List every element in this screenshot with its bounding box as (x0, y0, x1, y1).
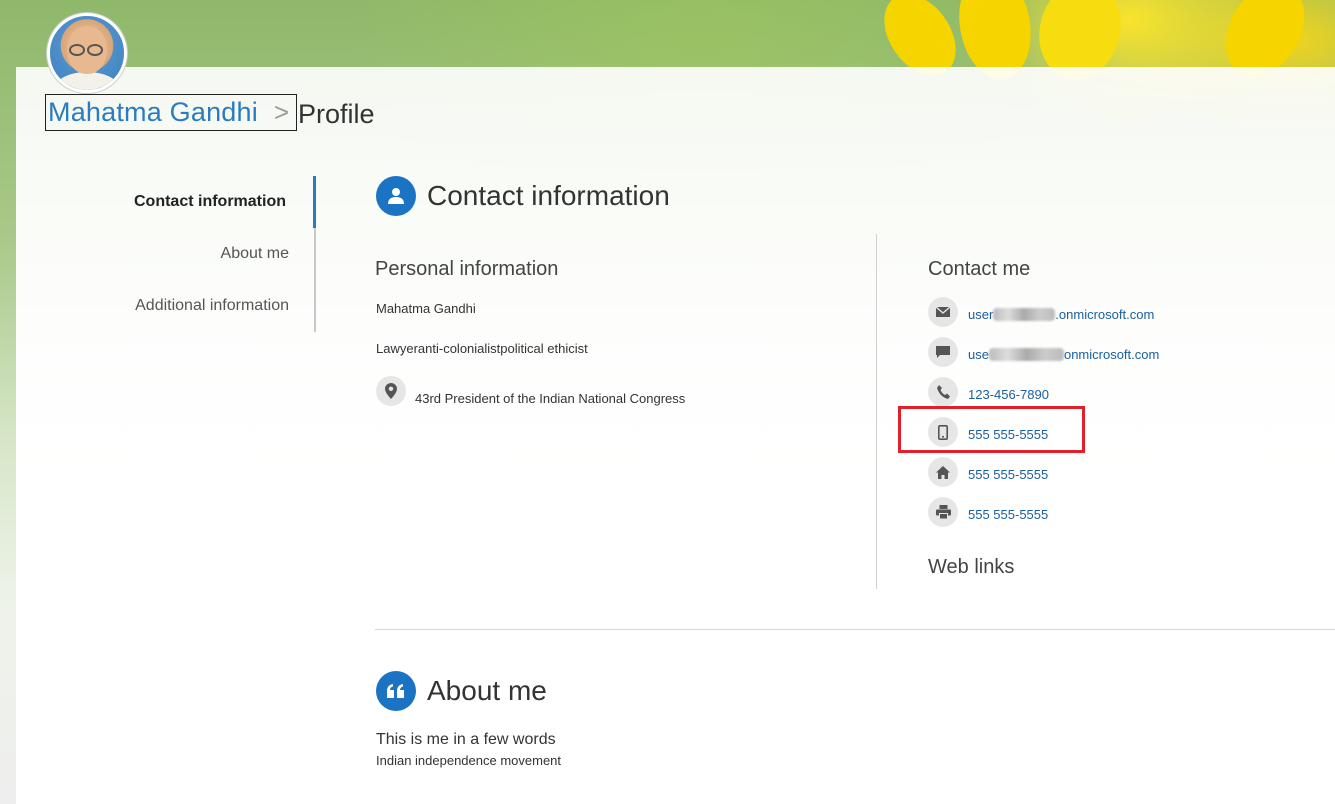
personal-info-heading: Personal information (375, 258, 559, 280)
phone-icon (928, 377, 958, 407)
avatar[interactable] (47, 13, 127, 93)
about-section-header: About me (376, 671, 547, 711)
breadcrumb-profile-link[interactable]: Mahatma Gandhi > (45, 94, 297, 131)
redacted-text (993, 308, 1056, 321)
office-text: 43rd President of the Indian National Co… (415, 391, 686, 406)
side-navigation: Contact information About me Additional … (100, 176, 316, 332)
about-tagline: This is me in a few words (376, 731, 556, 748)
web-links-heading: Web links (928, 556, 1015, 578)
nav-contact-information[interactable]: Contact information (100, 176, 316, 228)
section-divider (375, 629, 1335, 630)
fax-link[interactable]: 555 555-5555 (968, 507, 1048, 522)
im-link[interactable]: use onmicrosoft.com (968, 347, 1159, 362)
redacted-text (988, 348, 1064, 361)
column-divider (876, 234, 877, 589)
home-icon (928, 457, 958, 487)
email-icon (928, 297, 958, 327)
fax-printer-icon (928, 497, 958, 527)
person-icon (376, 176, 416, 216)
job-title: Lawyeranti-colonialistpolitical ethicist (376, 341, 588, 356)
page-title: Profile (298, 99, 375, 129)
chevron-right-icon: > (273, 97, 290, 127)
nav-additional-information[interactable]: Additional information (100, 280, 316, 332)
highlight-box (898, 406, 1085, 453)
chat-icon (928, 337, 958, 367)
quote-icon (376, 671, 416, 711)
email-prefix: user (968, 307, 994, 322)
person-name: Mahatma Gandhi (376, 301, 476, 316)
im-suffix: onmicrosoft.com (1063, 347, 1160, 362)
breadcrumb-name: Mahatma Gandhi (48, 97, 258, 127)
im-prefix: use (968, 347, 989, 362)
contact-section-header: Contact information (376, 176, 670, 216)
section-title: About me (427, 675, 547, 706)
section-title: Contact information (427, 180, 670, 211)
about-text: Indian independence movement (376, 753, 562, 768)
email-link[interactable]: user .onmicrosoft.com (968, 307, 1154, 322)
home-phone-link[interactable]: 555 555-5555 (968, 467, 1048, 482)
email-suffix: .onmicrosoft.com (1055, 307, 1155, 322)
active-indicator (313, 176, 316, 228)
contact-me-heading: Contact me (928, 258, 1031, 280)
nav-about-me[interactable]: About me (100, 228, 316, 280)
location-pin-icon (376, 376, 406, 406)
work-phone-link[interactable]: 123-456-7890 (968, 387, 1049, 402)
